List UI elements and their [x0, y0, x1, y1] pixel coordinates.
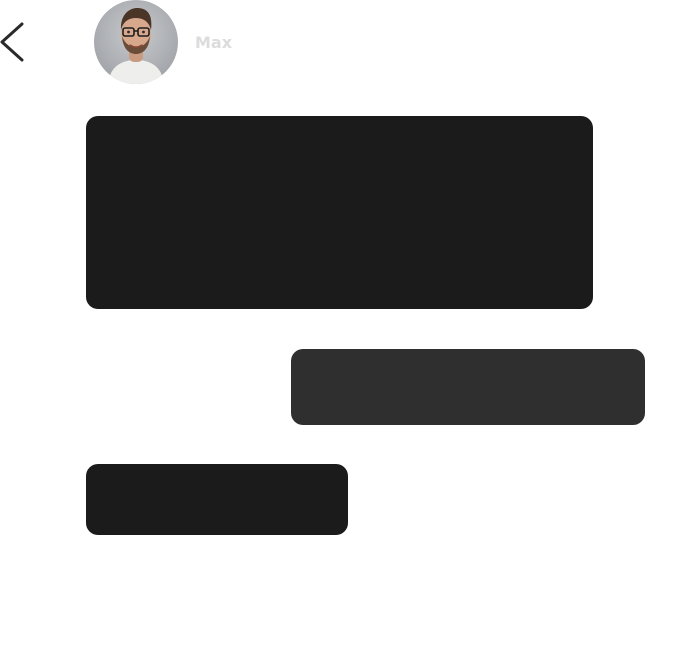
message-bubble-incoming[interactable]	[86, 464, 348, 535]
contact-name[interactable]: Max	[195, 33, 232, 53]
message-bubble-incoming[interactable]	[86, 116, 593, 309]
back-button[interactable]	[0, 20, 30, 64]
avatar-image	[94, 0, 178, 84]
message-bubble-outgoing[interactable]	[291, 349, 645, 425]
avatar[interactable]	[94, 0, 178, 84]
chevron-left-icon	[0, 22, 24, 62]
